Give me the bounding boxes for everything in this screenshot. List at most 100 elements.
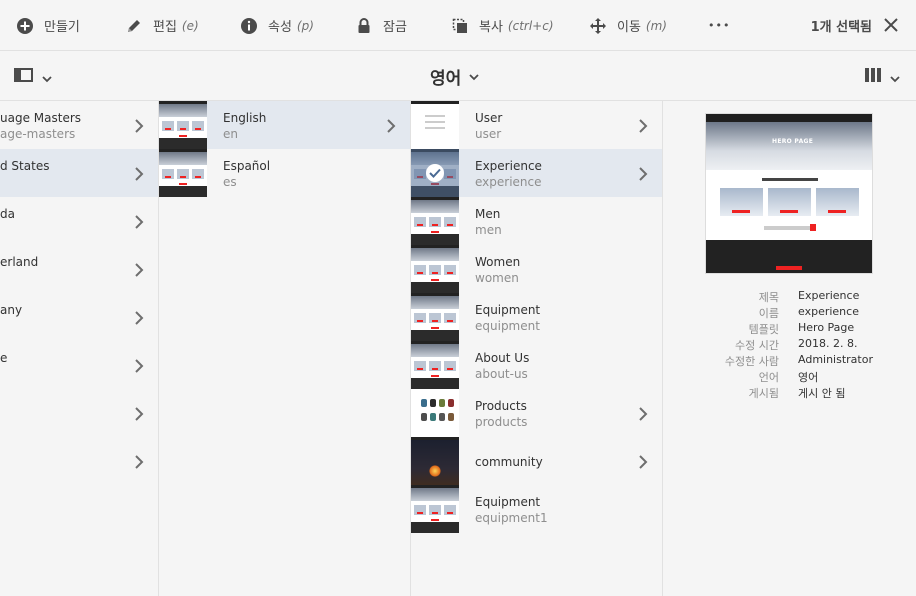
column-item[interactable]: Men men <box>411 197 662 245</box>
close-icon[interactable] <box>882 16 900 34</box>
item-title: Products <box>475 399 527 413</box>
chevron-right-icon <box>638 166 648 181</box>
item-title: Experience <box>475 159 542 173</box>
item-name: en <box>223 127 238 141</box>
column-item[interactable]: About Us about-us <box>411 341 662 389</box>
chevron-right-icon <box>386 118 396 133</box>
lock-button[interactable]: 잠금 <box>355 0 407 51</box>
info-icon <box>240 17 258 35</box>
lock-label: 잠금 <box>383 20 407 35</box>
column-item[interactable]: Español es <box>159 149 410 197</box>
column-item[interactable]: da <box>0 197 158 245</box>
side-panel-icon <box>14 67 34 87</box>
item-title: Equipment <box>475 303 541 317</box>
item-title: uage Masters <box>0 111 82 125</box>
properties-button[interactable]: 속성 (p) <box>240 0 314 51</box>
column-item[interactable]: English en <box>159 101 410 149</box>
copy-button[interactable]: 복사 (ctrl+c) <box>451 0 554 51</box>
properties-label: 속성 <box>268 20 292 35</box>
item-name: equipment <box>475 319 540 333</box>
more-icon: ••• <box>708 19 731 32</box>
chevron-right-icon <box>134 406 144 421</box>
item-title: Men <box>475 207 501 221</box>
chevron-right-icon <box>638 406 648 421</box>
preview-panel: HERO PAGE 제목 Experience 이름 experience 템플… <box>663 101 916 596</box>
column-item[interactable]: uage Masters age-masters <box>0 101 158 149</box>
column-sites: uage Masters age-masters d States da erl… <box>0 101 159 596</box>
page-thumbnail <box>411 197 459 245</box>
column-item[interactable] <box>0 389 158 437</box>
item-title: Equipment <box>475 495 541 509</box>
location-title: 영어 <box>430 68 462 89</box>
preview-thumbnail: HERO PAGE <box>705 113 873 274</box>
item-name: equipment1 <box>475 511 548 525</box>
meta-row-name: 이름 experience <box>663 305 916 321</box>
edit-label: 편집 <box>153 20 177 35</box>
page-thumbnail <box>411 341 459 389</box>
column-item[interactable] <box>0 437 158 485</box>
column-item[interactable]: User user <box>411 101 662 149</box>
column-item[interactable]: Women women <box>411 245 662 293</box>
chevron-right-icon <box>134 214 144 229</box>
checkmark-icon <box>426 164 444 182</box>
move-arrows-icon <box>589 17 607 35</box>
item-name: es <box>223 175 237 189</box>
lock-icon <box>355 17 373 35</box>
meta-value: experience <box>798 305 859 318</box>
column-item[interactable]: community <box>411 437 662 495</box>
item-title: About Us <box>475 351 530 365</box>
page-thumbnail <box>411 485 459 533</box>
page-thumbnail <box>411 293 459 341</box>
meta-label: 이름 <box>758 307 779 320</box>
chevron-right-icon <box>134 118 144 133</box>
location-title-button[interactable]: 영어 <box>430 51 479 101</box>
page-thumbnail <box>411 149 459 197</box>
copy-label: 복사 <box>479 20 503 35</box>
page-thumbnail <box>411 389 459 437</box>
rail-toggle-button[interactable] <box>14 66 52 88</box>
chevron-right-icon <box>134 454 144 469</box>
item-title: community <box>475 455 543 469</box>
item-title: Women <box>475 255 521 269</box>
item-title: any <box>0 303 23 317</box>
create-button[interactable]: 만들기 <box>16 0 80 51</box>
column-languages: English en Español es <box>159 101 411 596</box>
column-item[interactable]: d States <box>0 149 158 197</box>
chevron-right-icon <box>638 118 648 133</box>
meta-value: Administrator <box>798 353 873 366</box>
meta-row-template: 템플릿 Hero Page <box>663 321 916 337</box>
meta-row-language: 언어 영어 <box>663 369 916 385</box>
column-item[interactable]: any <box>0 293 158 341</box>
page-thumbnail <box>159 101 207 149</box>
move-button[interactable]: 이동 (m) <box>589 0 667 51</box>
pencil-icon <box>125 17 143 35</box>
move-label: 이동 <box>617 20 641 35</box>
meta-row-modified-by: 수정한 사람 Administrator <box>663 353 916 369</box>
meta-value: 게시 안 됨 <box>798 387 846 400</box>
chevron-right-icon <box>134 310 144 325</box>
item-name: women <box>475 271 519 285</box>
edit-button[interactable]: 편집 (e) <box>125 0 199 51</box>
item-title: English <box>223 111 267 125</box>
column-item[interactable]: Products products <box>411 389 662 437</box>
add-circle-icon <box>16 17 34 35</box>
meta-label: 수정 시간 <box>735 339 779 352</box>
properties-shortcut: (p) <box>296 18 314 33</box>
view-switcher-button[interactable] <box>864 66 900 88</box>
column-item[interactable]: Equipment equipment1 <box>411 485 662 533</box>
edit-shortcut: (e) <box>181 18 199 33</box>
column-item-selected[interactable]: Experience experience <box>411 149 662 197</box>
chevron-down-icon <box>42 68 52 87</box>
column-item[interactable]: erland <box>0 245 158 293</box>
column-item[interactable]: Equipment equipment <box>411 293 662 341</box>
meta-label: 템플릿 <box>748 323 779 336</box>
column-item[interactable]: e <box>0 341 158 389</box>
item-title: erland <box>0 255 39 269</box>
more-button[interactable]: ••• <box>708 0 730 51</box>
item-name: age-masters <box>0 127 76 141</box>
selection-count: 1개 선택됨 <box>810 20 872 35</box>
meta-row-modified: 수정 시간 2018. 2. 8. <box>663 337 916 353</box>
item-title: e <box>0 351 8 365</box>
meta-row-published: 게시됨 게시 안 됨 <box>663 385 916 401</box>
item-name: about-us <box>475 367 528 381</box>
